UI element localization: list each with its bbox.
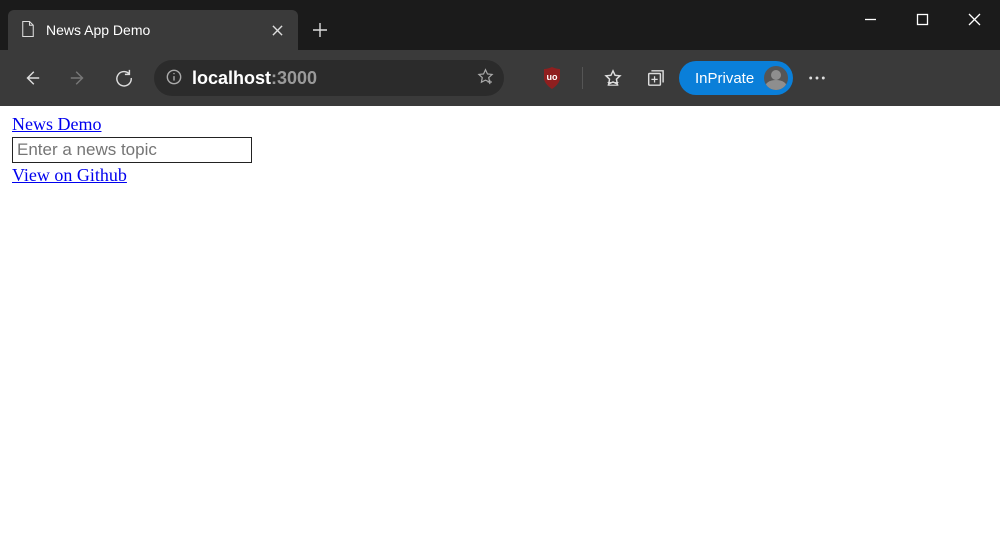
window-close-button[interactable]	[948, 0, 1000, 38]
close-icon	[272, 25, 283, 36]
favorites-button[interactable]	[595, 60, 631, 96]
star-plus-icon	[477, 68, 494, 85]
ublock-shield-icon: uo	[542, 67, 562, 89]
forward-button[interactable]	[58, 58, 98, 98]
refresh-icon	[115, 69, 133, 87]
back-button[interactable]	[12, 58, 52, 98]
site-info-button[interactable]	[166, 69, 182, 88]
maximize-button[interactable]	[896, 0, 948, 38]
new-tab-button[interactable]	[302, 12, 338, 48]
maximize-icon	[916, 13, 929, 26]
collections-icon	[646, 69, 664, 87]
topic-search-input[interactable]	[12, 137, 252, 163]
inprivate-indicator[interactable]: InPrivate	[679, 61, 793, 95]
ublock-extension-button[interactable]: uo	[534, 60, 570, 96]
address-bar[interactable]: localhost:3000	[154, 60, 504, 96]
minimize-button[interactable]	[844, 0, 896, 38]
page-content: News Demo View on Github	[0, 106, 1000, 194]
info-icon	[166, 69, 182, 85]
toolbar: localhost:3000 uo InPrivate	[0, 50, 1000, 106]
arrow-left-icon	[23, 69, 41, 87]
page-icon	[20, 20, 36, 41]
news-demo-link[interactable]: News Demo	[12, 114, 101, 135]
tab-title: News App Demo	[46, 22, 258, 38]
favorites-icon	[604, 69, 622, 87]
address-text: localhost:3000	[192, 68, 467, 89]
minimize-icon	[864, 13, 877, 26]
titlebar: News App Demo	[0, 0, 1000, 50]
plus-icon	[313, 23, 327, 37]
window-controls	[844, 0, 1000, 38]
more-menu-button[interactable]	[799, 60, 835, 96]
close-icon	[968, 13, 981, 26]
address-host: localhost	[192, 68, 271, 88]
toolbar-separator	[582, 67, 583, 89]
inprivate-label: InPrivate	[695, 70, 754, 87]
collections-button[interactable]	[637, 60, 673, 96]
tab-close-button[interactable]	[268, 21, 286, 39]
more-icon	[808, 69, 826, 87]
add-favorite-button[interactable]	[477, 68, 494, 88]
browser-tab[interactable]: News App Demo	[8, 10, 298, 50]
view-on-github-link[interactable]: View on Github	[12, 165, 127, 186]
avatar-icon	[764, 66, 788, 90]
refresh-button[interactable]	[104, 58, 144, 98]
svg-text:uo: uo	[547, 72, 558, 82]
address-port: :3000	[271, 68, 317, 88]
arrow-right-icon	[69, 69, 87, 87]
